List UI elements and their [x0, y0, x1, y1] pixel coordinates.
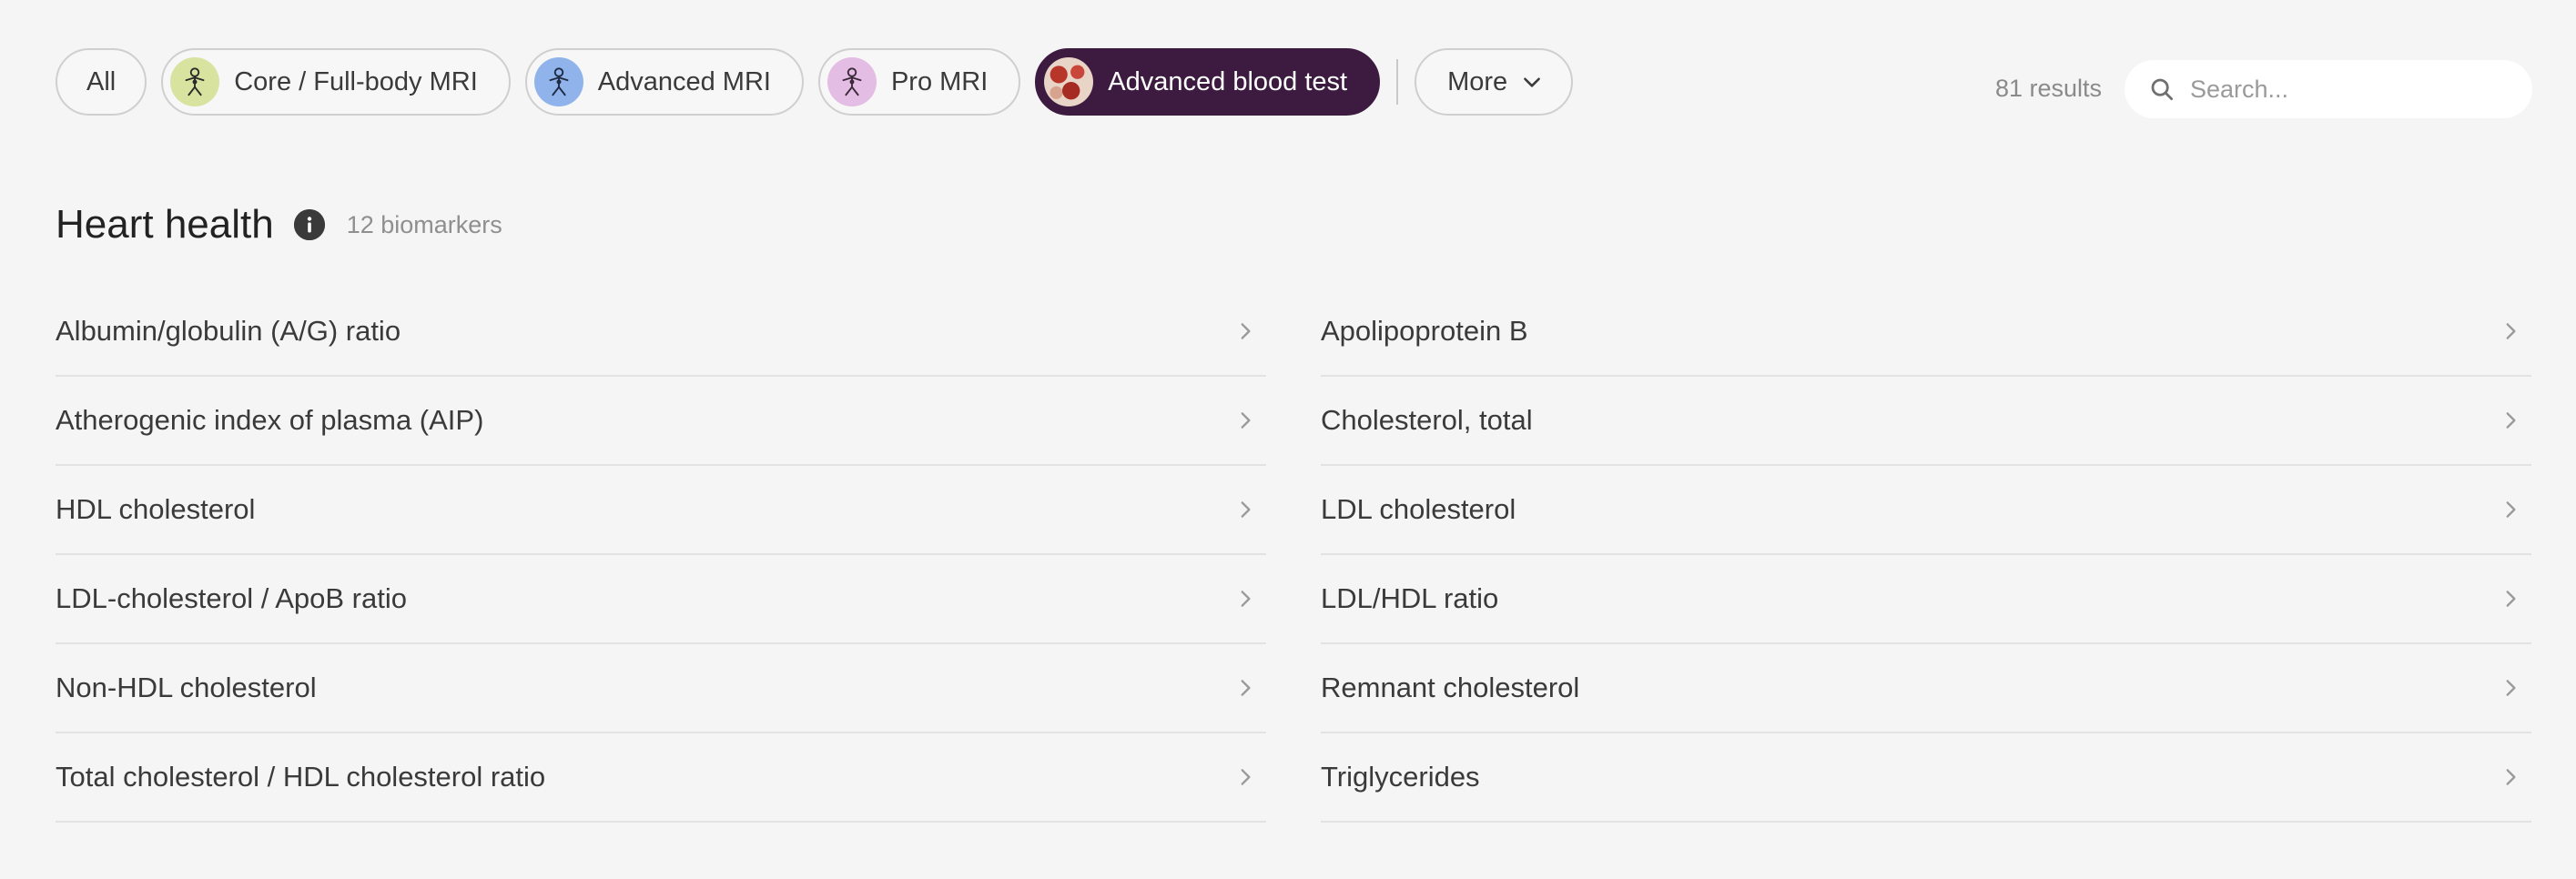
- chevron-right-icon: [2506, 591, 2516, 607]
- biomarker-label: LDL cholesterol: [1321, 493, 1516, 525]
- biomarker-label: HDL cholesterol: [56, 493, 256, 525]
- filter-bar: All Core / Full-body MRI Advanced MRI Pr…: [56, 48, 1574, 116]
- filter-chip-advanced-mri[interactable]: Advanced MRI: [524, 48, 804, 116]
- more-label: More: [1447, 66, 1508, 96]
- biomarker-label: LDL/HDL ratio: [1321, 582, 1499, 614]
- chevron-right-icon: [1241, 769, 1251, 785]
- biomarker-row[interactable]: LDL cholesterol: [1321, 466, 2531, 555]
- biomarker-row[interactable]: Total cholesterol / HDL cholesterol rati…: [56, 733, 1266, 823]
- filter-chip-pro-mri[interactable]: Pro MRI: [817, 48, 1021, 116]
- biomarker-label: LDL-cholesterol / ApoB ratio: [56, 582, 407, 614]
- filter-chip-core-mri[interactable]: Core / Full-body MRI: [161, 48, 511, 116]
- info-icon[interactable]: [293, 209, 325, 240]
- biomarker-label: Cholesterol, total: [1321, 404, 1533, 436]
- biomarker-label: Triglycerides: [1321, 761, 1480, 793]
- biomarker-row[interactable]: Atherogenic index of plasma (AIP): [56, 377, 1266, 466]
- person-body-icon: [827, 57, 877, 106]
- more-filters-button[interactable]: More: [1415, 48, 1574, 116]
- chevron-right-icon: [1241, 412, 1251, 429]
- chevron-right-icon: [1241, 323, 1251, 339]
- chevron-right-icon: [1241, 680, 1251, 696]
- chevron-right-icon: [2506, 412, 2516, 429]
- biomarker-row[interactable]: Triglycerides: [1321, 733, 2531, 823]
- chevron-right-icon: [2506, 323, 2516, 339]
- search-input[interactable]: [2190, 75, 2518, 104]
- search-icon: [2151, 78, 2173, 100]
- biomarker-label: Remnant cholesterol: [1321, 672, 1580, 703]
- biomarker-row[interactable]: Remnant cholesterol: [1321, 644, 2531, 733]
- section-header: Heart health 12 biomarkers: [56, 202, 502, 248]
- filter-divider: [1396, 59, 1399, 105]
- biomarker-label: Total cholesterol / HDL cholesterol rati…: [56, 761, 546, 793]
- search-box[interactable]: [2125, 60, 2532, 118]
- filter-chip-label: Advanced MRI: [597, 66, 771, 96]
- biomarker-row[interactable]: LDL-cholesterol / ApoB ratio: [56, 555, 1266, 644]
- biomarker-list: Albumin/globulin (A/G) ratio Apolipoprot…: [56, 288, 2531, 823]
- chevron-right-icon: [2506, 501, 2516, 518]
- filter-chip-label: Advanced blood test: [1108, 66, 1348, 96]
- filter-chip-all[interactable]: All: [56, 48, 147, 116]
- filter-chip-label: All: [86, 66, 117, 96]
- biomarker-row[interactable]: Albumin/globulin (A/G) ratio: [56, 288, 1266, 377]
- results-count: 81 results: [1994, 75, 2102, 102]
- blood-cells-icon: [1044, 57, 1094, 106]
- chevron-down-icon: [1524, 77, 1541, 87]
- biomarker-label: Non-HDL cholesterol: [56, 672, 317, 703]
- person-body-icon: [533, 57, 583, 106]
- biomarker-count: 12 biomarkers: [346, 210, 502, 238]
- biomarker-row[interactable]: LDL/HDL ratio: [1321, 555, 2531, 644]
- filter-chip-label: Core / Full-body MRI: [234, 66, 478, 96]
- biomarker-label: Albumin/globulin (A/G) ratio: [56, 315, 401, 347]
- biomarker-label: Atherogenic index of plasma (AIP): [56, 404, 484, 436]
- biomarker-row[interactable]: Apolipoprotein B: [1321, 288, 2531, 377]
- chevron-right-icon: [1241, 591, 1251, 607]
- chevron-right-icon: [2506, 680, 2516, 696]
- filter-chip-advanced-blood-test[interactable]: Advanced blood test: [1035, 48, 1381, 116]
- biomarker-row[interactable]: Cholesterol, total: [1321, 377, 2531, 466]
- biomarker-row[interactable]: HDL cholesterol: [56, 466, 1266, 555]
- person-body-icon: [170, 57, 220, 106]
- biomarker-row[interactable]: Non-HDL cholesterol: [56, 644, 1266, 733]
- section-title: Heart health: [56, 202, 274, 247]
- filter-chip-label: Pro MRI: [890, 66, 989, 96]
- biomarker-label: Apolipoprotein B: [1321, 315, 1528, 347]
- chevron-right-icon: [1241, 501, 1251, 518]
- chevron-right-icon: [2506, 769, 2516, 785]
